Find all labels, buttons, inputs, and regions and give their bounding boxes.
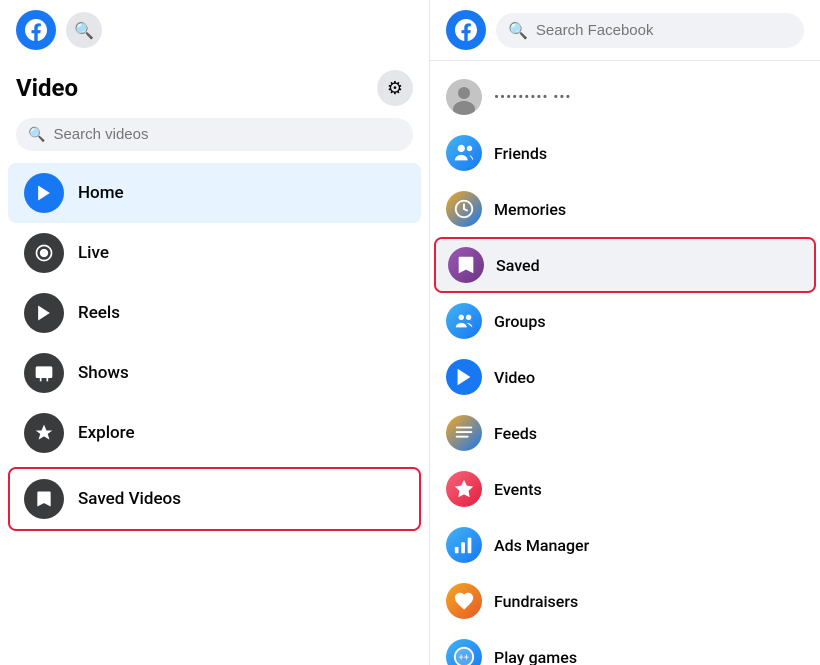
menu-label-play-games: Play games	[494, 648, 577, 665]
nav-label-shows: Shows	[78, 363, 129, 383]
menu-label-video: Video	[494, 368, 535, 387]
search-icon: 🔍	[28, 127, 45, 143]
menu-label-ads-manager: Ads Manager	[494, 536, 589, 555]
nav-list: Home Live Reels Shows Explore	[0, 163, 429, 535]
shows-icon	[24, 353, 64, 393]
left-top-bar: 🔍	[0, 0, 429, 54]
page-title: Video	[16, 74, 78, 102]
home-icon	[24, 173, 64, 213]
menu-item-ads-manager[interactable]: Ads Manager	[430, 517, 820, 573]
reels-icon	[24, 293, 64, 333]
menu-list: ••••••••• ••• Friends Memories Saved	[430, 61, 820, 665]
saved-icon	[448, 247, 484, 283]
facebook-logo-right[interactable]	[446, 10, 486, 50]
saved-videos-icon	[24, 479, 64, 519]
menu-item-play-games[interactable]: ++ Play games	[430, 629, 820, 665]
nav-label-explore: Explore	[78, 423, 135, 443]
friends-icon	[446, 135, 482, 171]
menu-label-groups: Groups	[494, 312, 546, 331]
menu-label-memories: Memories	[494, 200, 566, 219]
menu-item-groups[interactable]: Groups	[430, 293, 820, 349]
menu-label-friends: Friends	[494, 144, 547, 163]
nav-item-live[interactable]: Live	[8, 223, 421, 283]
user-name: ••••••••• •••	[494, 88, 571, 106]
live-icon	[24, 233, 64, 273]
nav-item-home[interactable]: Home	[8, 163, 421, 223]
menu-item-memories[interactable]: Memories	[430, 181, 820, 237]
video-search-bar[interactable]: 🔍	[16, 118, 413, 151]
user-avatar	[446, 79, 482, 115]
search-icon-right: 🔍	[508, 21, 528, 40]
menu-item-feeds[interactable]: Feeds	[430, 405, 820, 461]
menu-label-feeds: Feeds	[494, 424, 537, 443]
feeds-icon	[446, 415, 482, 451]
menu-label-events: Events	[494, 480, 542, 499]
right-panel: 🔍 ••••••••• ••• Friends	[430, 0, 820, 665]
menu-item-video[interactable]: Video	[430, 349, 820, 405]
nav-item-explore[interactable]: Explore	[8, 403, 421, 463]
left-panel: 🔍 Video ⚙ 🔍 Home Live Reels	[0, 0, 430, 665]
events-icon	[446, 471, 482, 507]
menu-item-saved[interactable]: Saved	[434, 237, 816, 293]
nav-item-shows[interactable]: Shows	[8, 343, 421, 403]
svg-text:++: ++	[459, 654, 469, 664]
nav-label-saved-videos: Saved Videos	[78, 489, 181, 509]
menu-item-fundraisers[interactable]: Fundraisers	[430, 573, 820, 629]
facebook-search-input[interactable]	[536, 22, 792, 39]
facebook-search-bar[interactable]: 🔍	[496, 13, 804, 48]
video-search-input[interactable]	[53, 126, 401, 143]
search-icon-left[interactable]: 🔍	[66, 12, 102, 48]
left-header: Video ⚙	[0, 54, 429, 114]
video-icon	[446, 359, 482, 395]
right-header: 🔍	[430, 0, 820, 61]
settings-button[interactable]: ⚙	[377, 70, 413, 106]
play-games-icon: ++	[446, 639, 482, 665]
groups-icon	[446, 303, 482, 339]
explore-icon	[24, 413, 64, 453]
memories-icon	[446, 191, 482, 227]
nav-label-reels: Reels	[78, 303, 120, 323]
menu-item-friends[interactable]: Friends	[430, 125, 820, 181]
menu-label-fundraisers: Fundraisers	[494, 592, 578, 611]
fundraisers-icon	[446, 583, 482, 619]
menu-item-events[interactable]: Events	[430, 461, 820, 517]
nav-item-saved-videos[interactable]: Saved Videos	[8, 467, 421, 531]
facebook-logo-left[interactable]	[16, 10, 56, 50]
nav-label-home: Home	[78, 183, 124, 203]
menu-label-saved: Saved	[496, 256, 540, 275]
nav-label-live: Live	[78, 243, 109, 263]
user-profile-item[interactable]: ••••••••• •••	[430, 69, 820, 125]
nav-item-reels[interactable]: Reels	[8, 283, 421, 343]
ads-manager-icon	[446, 527, 482, 563]
